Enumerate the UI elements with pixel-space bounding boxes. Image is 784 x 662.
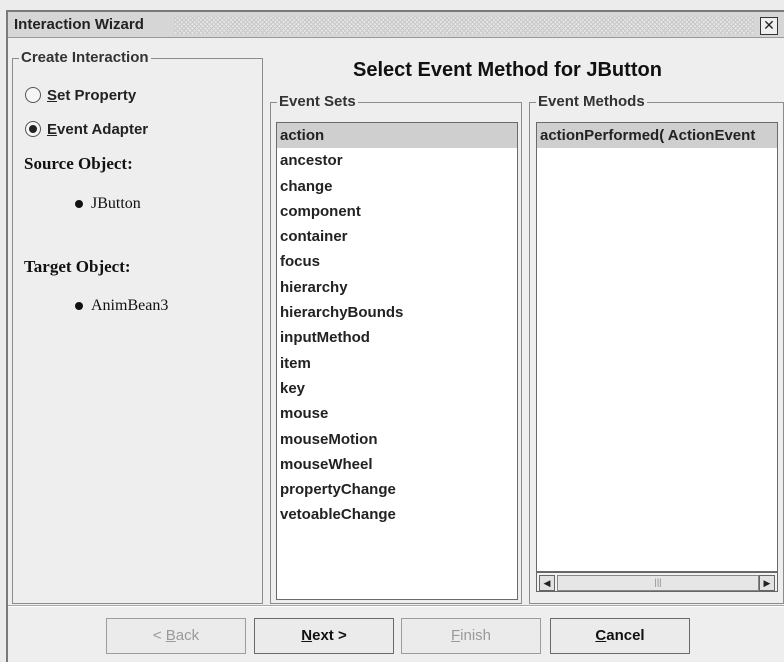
- list-item[interactable]: hierarchyBounds: [277, 300, 517, 325]
- divider: [8, 605, 784, 607]
- list-item[interactable]: container: [277, 224, 517, 249]
- list-item[interactable]: mouseMotion: [277, 427, 517, 452]
- list-item[interactable]: hierarchy: [277, 275, 517, 300]
- list-item[interactable]: item: [277, 351, 517, 376]
- radio-event-adapter[interactable]: Event Adapter: [25, 120, 148, 138]
- list-item[interactable]: vetoableChange: [277, 502, 517, 527]
- list-item[interactable]: ancestor: [277, 148, 517, 173]
- list-item[interactable]: actionPerformed( ActionEvent: [537, 123, 777, 149]
- list-item[interactable]: focus: [277, 249, 517, 274]
- cancel-button[interactable]: Cancel: [550, 618, 690, 654]
- source-object-value: JButton: [75, 195, 141, 213]
- list-item[interactable]: inputMethod: [277, 325, 517, 350]
- list-item[interactable]: change: [277, 174, 517, 199]
- bullet-icon: [75, 302, 83, 311]
- event-sets-list[interactable]: action ancestor change component container fo…: [276, 122, 518, 600]
- title-bar-grip: [174, 16, 754, 34]
- scroll-right-icon[interactable]: ▶: [759, 575, 775, 591]
- radio-set-property-label: Set Property: [47, 86, 137, 104]
- horizontal-scrollbar[interactable]: ◀ ||| ▶: [536, 572, 778, 592]
- page-title: Select Event Method for JButton: [353, 59, 662, 81]
- event-methods-label: Event Methods: [538, 93, 645, 110]
- list-item[interactable]: component: [277, 199, 517, 224]
- target-object-value: AnimBean3: [75, 297, 168, 315]
- list-item[interactable]: mouse: [277, 401, 517, 426]
- radio-icon[interactable]: [25, 87, 41, 104]
- scroll-left-icon[interactable]: ◀: [539, 575, 555, 591]
- next-button[interactable]: Next >: [254, 618, 394, 654]
- finish-button[interactable]: Finish: [401, 618, 541, 654]
- list-item[interactable]: mouseWheel: [277, 452, 517, 477]
- event-methods-list[interactable]: actionPerformed( ActionEvent: [536, 122, 778, 572]
- list-item[interactable]: propertyChange: [277, 477, 517, 502]
- back-button[interactable]: < Back: [106, 618, 246, 654]
- bullet-icon: [75, 200, 83, 209]
- close-icon[interactable]: ✕: [760, 17, 778, 35]
- window-title: Interaction Wizard: [14, 16, 144, 33]
- radio-selected-icon[interactable]: [25, 121, 41, 138]
- list-item[interactable]: key: [277, 376, 517, 401]
- create-interaction-label: Create Interaction: [21, 49, 149, 66]
- radio-set-property[interactable]: Set Property: [25, 86, 136, 104]
- target-object-heading: Target Object:: [24, 257, 131, 276]
- source-object-heading: Source Object:: [24, 154, 133, 173]
- event-sets-label: Event Sets: [279, 93, 356, 110]
- list-item[interactable]: action: [277, 123, 517, 149]
- scrollbar-thumb[interactable]: |||: [557, 575, 759, 591]
- radio-event-adapter-label: Event Adapter: [47, 120, 149, 138]
